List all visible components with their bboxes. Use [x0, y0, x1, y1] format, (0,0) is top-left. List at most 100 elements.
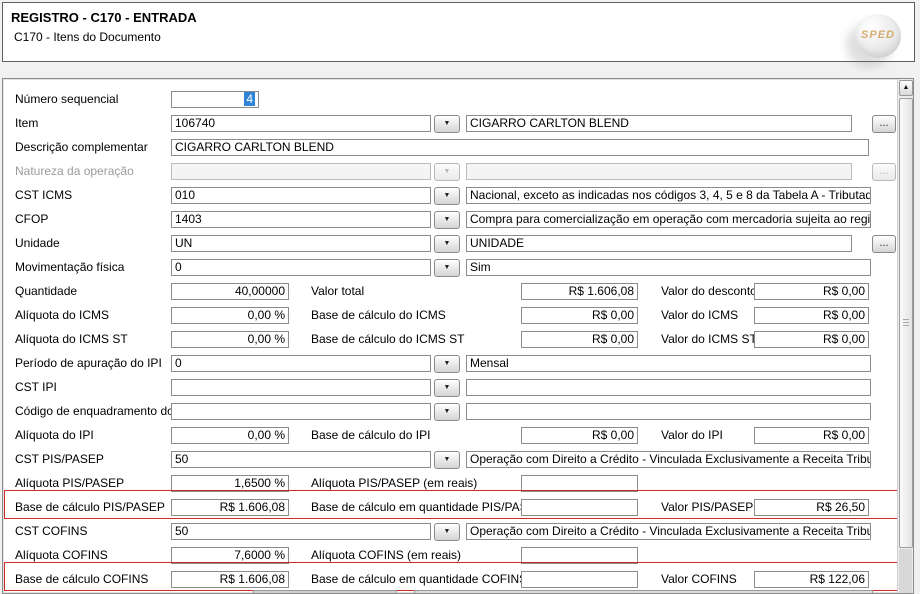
field-label: CFOP: [15, 211, 48, 228]
description-field: [466, 379, 871, 396]
description-field: Operação com Direito a Crédito - Vincula…: [466, 523, 871, 540]
code-input[interactable]: 0: [171, 259, 431, 276]
code-input[interactable]: [171, 163, 431, 180]
field-label: Item: [15, 115, 38, 132]
dropdown-button[interactable]: ▼: [434, 259, 460, 277]
chevron-down-icon: ▼: [435, 212, 459, 228]
dropdown-button[interactable]: ▼: [434, 379, 460, 397]
value-input[interactable]: 40,00000: [171, 283, 289, 300]
chevron-down-icon: ▼: [435, 116, 459, 132]
value-input[interactable]: R$ 0,00: [521, 331, 638, 348]
field-label: Base de cálculo do ICMS ST: [311, 331, 464, 348]
next-row-partial-field: [253, 590, 397, 594]
value-input[interactable]: R$ 1.606,08: [171, 571, 289, 588]
description-field: [466, 403, 871, 420]
value-input[interactable]: R$ 1.606,08: [521, 283, 638, 300]
field-label: Valor COFINS: [661, 571, 737, 588]
ellipsis-button[interactable]: ...: [872, 115, 896, 133]
value-input[interactable]: R$ 0,00: [521, 427, 638, 444]
code-input[interactable]: 50: [171, 523, 431, 540]
chevron-down-icon: ▼: [435, 380, 459, 396]
field-label: Quantidade: [15, 283, 77, 300]
form-panel: Número sequencial4Item106740▼CIGARRO CAR…: [2, 78, 914, 594]
code-input[interactable]: 010: [171, 187, 431, 204]
dropdown-button[interactable]: ▼: [434, 451, 460, 469]
chevron-down-icon: ▼: [435, 260, 459, 276]
chevron-down-icon: ▼: [435, 404, 459, 420]
value-input[interactable]: 0,00 %: [171, 307, 289, 324]
field-label: Alíquota PIS/PASEP: [15, 475, 124, 492]
field-label: Unidade: [15, 235, 60, 252]
value-input[interactable]: 0,00 %: [171, 331, 289, 348]
field-label: Alíquota PIS/PASEP (em reais): [311, 475, 477, 492]
header-panel: REGISTRO - C170 - ENTRADA C170 - Itens d…: [2, 2, 915, 62]
value-input[interactable]: R$ 122,06: [754, 571, 869, 588]
value-input[interactable]: [521, 547, 638, 564]
code-input[interactable]: [171, 403, 431, 420]
value-input[interactable]: [521, 571, 638, 588]
value-input[interactable]: R$ 0,00: [754, 427, 869, 444]
chevron-down-icon: ▼: [435, 524, 459, 540]
ellipsis-button: ...: [872, 163, 896, 181]
field-label: Alíquota do ICMS: [15, 307, 109, 324]
field-label: Valor do IPI: [661, 427, 723, 444]
value-input[interactable]: R$ 1.606,08: [171, 499, 289, 516]
chevron-down-icon: ▼: [435, 164, 459, 180]
field-label: Período de apuração do IPI: [15, 355, 162, 372]
field-label: Base de cálculo do IPI: [311, 427, 430, 444]
field-label: Base de cálculo PIS/PASEP: [15, 499, 165, 516]
code-input[interactable]: [171, 379, 431, 396]
dropdown-button[interactable]: ▼: [434, 523, 460, 541]
code-input[interactable]: 0: [171, 355, 431, 372]
code-input[interactable]: 1403: [171, 211, 431, 228]
value-input[interactable]: R$ 0,00: [754, 283, 869, 300]
next-row-partial-field: [414, 590, 873, 594]
value-input[interactable]: [521, 499, 638, 516]
dropdown-button[interactable]: ▼: [434, 187, 460, 205]
description-field: [466, 163, 852, 180]
sped-logo-icon: SPED: [855, 14, 901, 58]
dropdown-button[interactable]: ▼: [434, 211, 460, 229]
scrollbar-track[interactable]: [899, 549, 912, 593]
value-input[interactable]: R$ 0,00: [754, 307, 869, 324]
field-label: Alíquota COFINS: [15, 547, 108, 564]
code-input[interactable]: 106740: [171, 115, 431, 132]
app-window: REGISTRO - C170 - ENTRADA C170 - Itens d…: [0, 0, 920, 594]
chevron-down-icon: ▼: [435, 356, 459, 372]
field-label: Alíquota do IPI: [15, 427, 94, 444]
chevron-down-icon: ▼: [435, 188, 459, 204]
field-label: Base de cálculo do ICMS: [311, 307, 446, 324]
dropdown-button[interactable]: ▼: [434, 403, 460, 421]
value-input[interactable]: R$ 26,50: [754, 499, 869, 516]
description-field: Sim: [466, 259, 871, 276]
value-input[interactable]: [521, 475, 638, 492]
vertical-scrollbar[interactable]: ▲: [897, 79, 913, 593]
sequence-input[interactable]: 4: [171, 91, 259, 108]
code-input[interactable]: 50: [171, 451, 431, 468]
field-label: CST PIS/PASEP: [15, 451, 104, 468]
scrollbar-thumb[interactable]: [899, 98, 913, 548]
value-input[interactable]: 7,6000 %: [171, 547, 289, 564]
value-input[interactable]: R$ 0,00: [521, 307, 638, 324]
value-input[interactable]: R$ 0,00: [754, 331, 869, 348]
dropdown-button[interactable]: ▼: [434, 115, 460, 133]
page-title: REGISTRO - C170 - ENTRADA: [11, 10, 197, 25]
code-input[interactable]: UN: [171, 235, 431, 252]
field-label: CST COFINS: [15, 523, 87, 540]
value-input[interactable]: 1,6500 %: [171, 475, 289, 492]
field-label: Descrição complementar: [15, 139, 148, 156]
text-input[interactable]: CIGARRO CARLTON BLEND: [171, 139, 869, 156]
chevron-down-icon: ▼: [435, 236, 459, 252]
description-field: Nacional, exceto as indicadas nos código…: [466, 187, 871, 204]
field-label: Valor do ICMS ST: [661, 331, 757, 348]
value-input[interactable]: 0,00 %: [171, 427, 289, 444]
dropdown-button[interactable]: ▼: [434, 355, 460, 373]
description-field: Compra para comercialização em operação …: [466, 211, 871, 228]
scroll-up-icon[interactable]: ▲: [899, 80, 913, 96]
dropdown-button[interactable]: ▼: [434, 235, 460, 253]
ellipsis-button[interactable]: ...: [872, 235, 896, 253]
field-label: CST ICMS: [15, 187, 72, 204]
page-subtitle: C170 - Itens do Documento: [14, 30, 161, 44]
field-label: Movimentação física: [15, 259, 124, 276]
field-label: Base de cálculo COFINS: [15, 571, 148, 588]
